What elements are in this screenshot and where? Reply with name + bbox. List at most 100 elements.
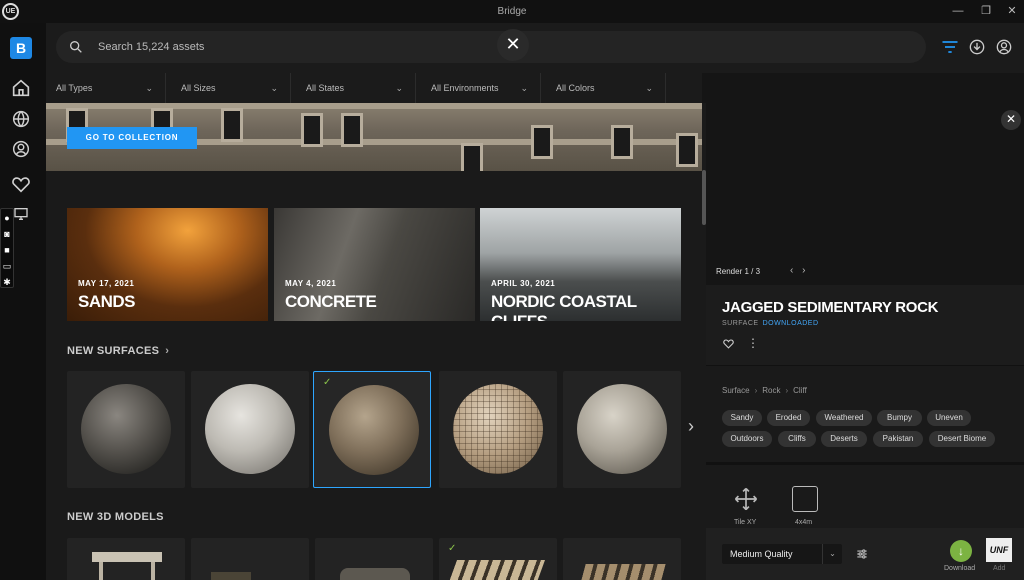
monitor-icon[interactable] <box>13 206 29 222</box>
add-button[interactable]: UNF <box>986 538 1012 562</box>
breadcrumb-item[interactable]: Rock <box>762 386 780 395</box>
collection-sands[interactable]: MAY 17, 2021 SANDS <box>67 208 268 321</box>
close-panel-button[interactable]: ✕ <box>1001 110 1021 130</box>
downloads-icon[interactable] <box>967 37 987 57</box>
tag[interactable]: Outdoors <box>722 431 772 447</box>
record-icon[interactable]: ● <box>1 213 13 225</box>
divider <box>706 462 1024 465</box>
heart-icon[interactable] <box>10 173 32 195</box>
asset-type: SURFACE <box>722 320 759 327</box>
filter-types[interactable]: All Types ⌄ <box>46 73 166 103</box>
quality-select[interactable]: Medium Quality ⌄ <box>722 544 842 564</box>
surface-card-selected[interactable]: ✓ <box>313 371 431 488</box>
filter-label: All Environments <box>431 83 499 93</box>
video-icon[interactable]: ■ <box>1 245 13 257</box>
home-icon[interactable] <box>10 77 32 99</box>
surface-card[interactable] <box>191 371 309 488</box>
collection-date: APRIL 30, 2021 <box>491 279 556 288</box>
user-icon[interactable] <box>10 138 32 160</box>
hero-window <box>461 143 483 171</box>
model-preview <box>92 552 162 562</box>
render-counter: Render 1 / 3 <box>716 267 761 276</box>
breadcrumb: Surface › Rock › Cliff <box>722 386 807 395</box>
surface-card[interactable] <box>563 371 681 488</box>
divider <box>706 365 1024 366</box>
size-icon[interactable] <box>792 486 818 512</box>
filter-icon[interactable] <box>940 37 960 57</box>
add-label: Add <box>993 565 1006 572</box>
download-label: Download <box>944 565 976 572</box>
tag[interactable]: Weathered <box>816 410 872 426</box>
model-card[interactable] <box>315 538 433 580</box>
collection-name: NORDIC COASTAL CLIFFS <box>491 292 637 321</box>
model-preview <box>340 568 410 580</box>
asset-meta: SURFACE DOWNLOADED <box>722 320 819 327</box>
collection-concrete[interactable]: MAY 4, 2021 CONCRETE <box>274 208 475 321</box>
section-label: NEW 3D MODELS <box>67 511 164 523</box>
surface-card[interactable] <box>67 371 185 488</box>
breadcrumb-item[interactable]: Surface <box>722 386 750 395</box>
tile-xy-icon[interactable] <box>732 485 760 513</box>
maximize-button[interactable]: ❐ <box>976 3 996 19</box>
section-label: NEW SURFACES <box>67 345 160 357</box>
breadcrumb-separator: › <box>785 386 789 395</box>
more-options-icon[interactable]: ⋮ <box>747 336 759 350</box>
tag[interactable]: Pakistan <box>873 431 923 447</box>
model-preview <box>580 564 666 580</box>
gear-icon[interactable]: ✱ <box>1 277 13 289</box>
downloaded-check-icon: ✓ <box>448 543 457 554</box>
hero-window <box>301 113 323 147</box>
bridge-logo[interactable]: B <box>10 37 32 59</box>
surface-card[interactable] <box>439 371 557 488</box>
chevron-down-icon: ⌄ <box>395 83 403 93</box>
go-to-collection-button[interactable]: GO TO COLLECTION <box>67 127 197 149</box>
window-icon[interactable]: ▭ <box>1 261 13 273</box>
asset-title: JAGGED SEDIMENTARY ROCK <box>722 299 939 316</box>
carousel-next-icon[interactable]: › <box>688 416 694 437</box>
breadcrumb-item[interactable]: Cliff <box>793 386 807 395</box>
camera-icon[interactable]: ◙ <box>1 229 13 241</box>
filter-sizes[interactable]: All Sizes ⌄ <box>171 73 291 103</box>
clear-search-button[interactable]: ✕ <box>497 29 529 61</box>
hero-window <box>221 108 243 142</box>
tag[interactable]: Cliffs <box>778 431 816 447</box>
minimize-button[interactable]: — <box>948 3 968 19</box>
settings-sliders-icon[interactable] <box>855 547 869 561</box>
tag[interactable]: Eroded <box>767 410 810 426</box>
filter-states[interactable]: All States ⌄ <box>296 73 416 103</box>
filter-label: All States <box>306 83 345 93</box>
tag[interactable]: Deserts <box>821 431 867 447</box>
downloaded-check-icon: ✓ <box>323 377 332 388</box>
hero-band <box>46 103 702 109</box>
tag[interactable]: Uneven <box>927 410 971 426</box>
filter-colors[interactable]: All Colors ⌄ <box>546 73 666 103</box>
model-card[interactable] <box>563 538 681 580</box>
breadcrumb-separator: › <box>754 386 758 395</box>
tag[interactable]: Bumpy <box>877 410 922 426</box>
globe-icon[interactable] <box>10 108 32 130</box>
hero-window <box>531 125 553 159</box>
new-3d-models-heading[interactable]: NEW 3D MODELS <box>67 511 164 523</box>
account-icon[interactable] <box>994 37 1014 57</box>
hero-window <box>341 113 363 147</box>
model-card[interactable] <box>67 538 185 580</box>
chevron-down-icon: ⌄ <box>520 83 528 93</box>
favorite-icon[interactable] <box>722 337 736 351</box>
model-preview <box>448 560 546 580</box>
model-card[interactable] <box>191 538 309 580</box>
render-nav-icon[interactable]: ‹ › <box>790 265 805 276</box>
chevron-down-icon: ⌄ <box>145 83 153 93</box>
search-bar[interactable] <box>56 31 926 63</box>
surface-preview <box>205 384 295 474</box>
new-surfaces-heading[interactable]: NEW SURFACES › <box>67 345 169 357</box>
model-card[interactable]: ✓ <box>439 538 557 580</box>
hero-window <box>611 125 633 159</box>
search-input[interactable] <box>98 37 478 57</box>
tag[interactable]: Desert Biome <box>929 431 995 447</box>
download-button[interactable]: ↓ <box>950 540 972 562</box>
close-window-button[interactable]: ✕ <box>1002 3 1022 19</box>
collection-nordic-coastal-cliffs[interactable]: APRIL 30, 2021 NORDIC COASTAL CLIFFS <box>480 208 681 321</box>
collection-name: SANDS <box>78 292 136 311</box>
filter-environments[interactable]: All Environments ⌄ <box>421 73 541 103</box>
tag[interactable]: Sandy <box>722 410 762 426</box>
